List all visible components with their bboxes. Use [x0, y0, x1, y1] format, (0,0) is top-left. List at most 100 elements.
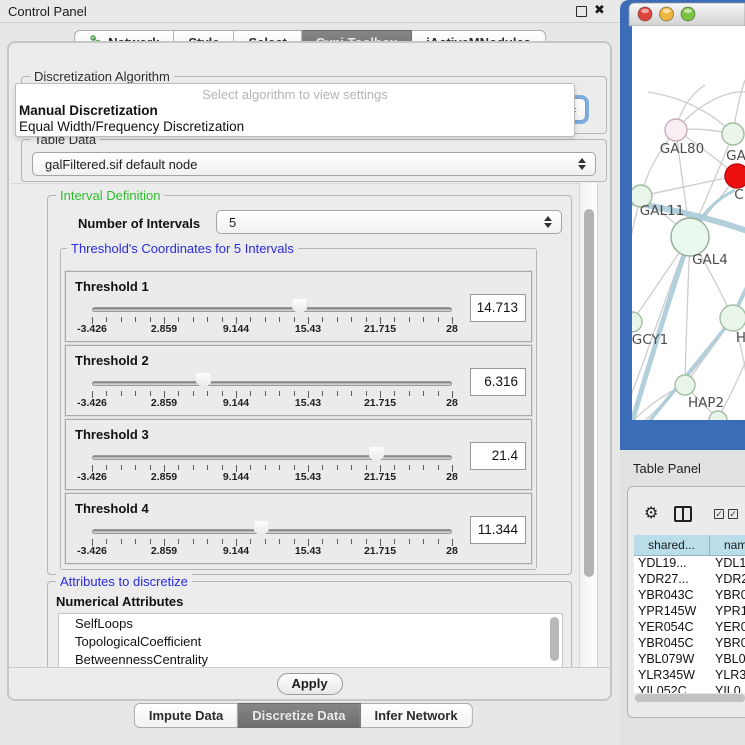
threshold-value-field[interactable]: 6.316 — [470, 368, 526, 396]
tick-label: 28 — [446, 397, 458, 409]
table-header-row[interactable]: shared... name — [634, 535, 745, 556]
stepper-arrows-icon — [578, 158, 587, 170]
table-horizontal-scrollbar[interactable] — [634, 693, 745, 703]
tab-discretize-data[interactable]: Discretize Data — [238, 703, 360, 728]
cell-shared-name: YBR045C — [638, 636, 710, 650]
scrollbar-thumb[interactable] — [584, 209, 594, 577]
attributes-group: Attributes to discretize Numerical Attri… — [47, 581, 572, 667]
threshold-label: Threshold 1 — [75, 279, 149, 294]
table-row[interactable]: YBR045CYBR0 — [634, 636, 745, 652]
panel-title: Control Panel — [8, 4, 87, 19]
float-window-icon[interactable] — [576, 6, 587, 17]
network-node[interactable] — [720, 305, 745, 331]
interval-definition-group: Interval Definition Number of Intervals … — [47, 195, 572, 575]
slider-track[interactable] — [92, 381, 452, 386]
node-table[interactable]: shared... name YDL19...YDL1YDR27...YDR2Y… — [634, 535, 745, 693]
table-row[interactable]: YER054CYER0 — [634, 620, 745, 636]
slider-thumb[interactable] — [196, 373, 211, 390]
table-row[interactable]: YPR145WYPR1 — [634, 604, 745, 620]
network-node[interactable] — [725, 164, 745, 188]
network-node[interactable] — [671, 218, 709, 256]
apply-button[interactable]: Apply — [277, 673, 343, 695]
highlight — [641, 9, 649, 13]
table-panel: ⚙ ✓ ✓ shared... name YDL19...YDL1YDR27..… — [627, 486, 745, 718]
attribute-list-item[interactable]: BetweennessCentrality — [59, 650, 562, 667]
tick-label: -3.426 — [77, 545, 107, 557]
slider-thumb[interactable] — [369, 447, 384, 464]
tick-label: 2.859 — [151, 323, 177, 335]
scrollbar-thumb[interactable] — [635, 694, 745, 702]
tick-label: 9.144 — [223, 323, 249, 335]
table-row[interactable]: YDL19...YDL1 — [634, 556, 745, 572]
gear-icon[interactable]: ⚙ — [644, 503, 658, 523]
stepper-arrows-icon — [544, 216, 553, 228]
table-data-select[interactable]: galFiltered.sif default node — [32, 152, 596, 176]
table-row[interactable]: YIL052CYIL0 — [634, 684, 745, 693]
highlight — [663, 9, 671, 13]
table-row[interactable]: YLR345W YLR3 — [634, 668, 745, 684]
dropdown-option-equal-width[interactable]: Equal Width/Frequency Discretization — [16, 119, 574, 135]
threshold-value-field[interactable]: 21.4 — [470, 442, 526, 470]
column-header-name[interactable]: name — [724, 535, 745, 556]
tab-label: Impute Data — [149, 704, 223, 728]
tick-label: 28 — [446, 545, 458, 557]
column-header-shared-name[interactable]: shared... — [634, 535, 710, 556]
tick-label: 21.715 — [364, 397, 396, 409]
table-panel-title: Table Panel — [633, 461, 701, 476]
checkbox-icon[interactable]: ✓ — [714, 509, 724, 519]
network-node-label: HAP2 — [688, 395, 724, 411]
table-row[interactable]: YBR043CYBR0 — [634, 588, 745, 604]
slider-track[interactable] — [92, 307, 452, 312]
numerical-attributes-list[interactable]: SelfLoopsTopologicalCoefficientBetweenne… — [58, 613, 563, 667]
thresholds-group-label: Threshold's Coordinates for 5 Intervals — [67, 241, 298, 256]
network-node[interactable] — [722, 123, 744, 145]
table-row[interactable]: YBL079WYBL0 — [634, 652, 745, 668]
number-of-intervals-value: 5 — [229, 215, 236, 230]
cell-shared-name: YER054C — [638, 620, 710, 634]
slider-track[interactable] — [92, 529, 452, 534]
network-node[interactable] — [675, 375, 695, 395]
cell-shared-name: YLR345W — [638, 668, 710, 682]
dropdown-placeholder: Select algorithm to view settings — [16, 84, 574, 103]
tick-label: -3.426 — [77, 323, 107, 335]
attribute-list-item[interactable]: SelfLoops — [59, 614, 562, 632]
panel-scrollbar[interactable] — [579, 183, 598, 667]
tab-infer-network[interactable]: Infer Network — [360, 703, 472, 728]
close-icon[interactable]: ✖ — [594, 2, 605, 18]
slider-thumb[interactable] — [292, 299, 307, 316]
network-node-label: H — [736, 330, 745, 346]
checkbox-icon[interactable]: ✓ — [728, 509, 738, 519]
tick-label: 21.715 — [364, 323, 396, 335]
number-of-intervals-label: Number of Intervals — [78, 216, 200, 231]
tab-impute-data[interactable]: Impute Data — [134, 703, 238, 728]
cell-name: YLR3 — [715, 668, 745, 682]
cell-shared-name: YDL19... — [638, 556, 710, 570]
threshold-row: Threshold 1-3.4262.8599.14415.4321.71528… — [65, 271, 532, 342]
tick-label: 15.43 — [295, 323, 321, 335]
network-view-window[interactable]: GAL80GACGAL11GAL4GCY1HHAP2 — [620, 0, 745, 452]
slider-ticks — [92, 465, 452, 473]
tick-label: 9.144 — [223, 397, 249, 409]
tick-label: 21.715 — [364, 545, 396, 557]
tick-label: -3.426 — [77, 471, 107, 483]
threshold-row: Threshold 2-3.4262.8599.14415.4321.71528… — [65, 345, 532, 416]
network-node[interactable] — [665, 119, 687, 141]
cell-shared-name: YIL052C — [638, 684, 710, 693]
threshold-value-field[interactable]: 11.344 — [470, 516, 526, 544]
list-scrollbar[interactable] — [550, 617, 559, 661]
attribute-list-item[interactable]: TopologicalCoefficient — [59, 632, 562, 650]
tick-label: 15.43 — [295, 471, 321, 483]
slider-track[interactable] — [92, 455, 452, 460]
tick-label: 28 — [446, 471, 458, 483]
tick-label: 9.144 — [223, 545, 249, 557]
table-row[interactable]: YDR27...YDR2 — [634, 572, 745, 588]
split-view-icon[interactable] — [674, 506, 692, 522]
threshold-value-field[interactable]: 14.713 — [470, 294, 526, 322]
slider-thumb[interactable] — [254, 521, 269, 538]
number-of-intervals-select[interactable]: 5 — [216, 210, 562, 234]
dropdown-option-manual[interactable]: Manual Discretization — [16, 103, 574, 119]
network-node-label: GAL11 — [640, 203, 684, 219]
threshold-label: Threshold 2 — [75, 353, 149, 368]
tick-label: 2.859 — [151, 471, 177, 483]
settings-scroll-area: Interval Definition Number of Intervals … — [11, 183, 579, 667]
